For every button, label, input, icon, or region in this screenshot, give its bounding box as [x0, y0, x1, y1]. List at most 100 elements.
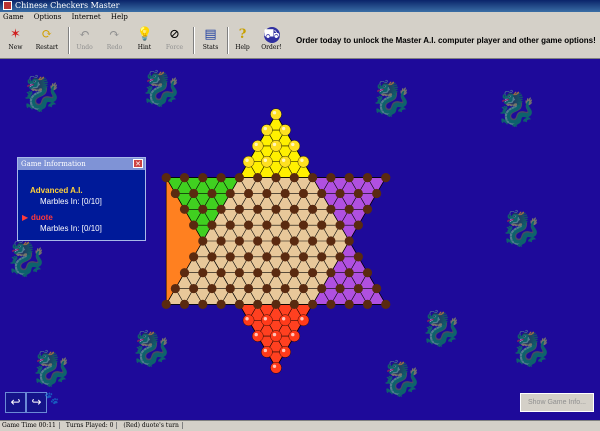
- marble-highlight: [263, 317, 268, 321]
- board-hole: [271, 204, 281, 214]
- board-hole: [262, 252, 272, 262]
- menu-options[interactable]: Options: [34, 13, 62, 21]
- marble-highlight: [291, 332, 295, 337]
- marble-highlight: [272, 364, 277, 368]
- board-hole: [298, 188, 309, 199]
- board-hole: [308, 268, 318, 278]
- show-game-info-button[interactable]: Show Game Info...: [520, 393, 594, 412]
- board-hole: [308, 204, 318, 214]
- board-hole: [253, 299, 263, 309]
- turns-played: Turns Played: 0: [65, 422, 118, 429]
- board-hole: [344, 204, 354, 214]
- force-button[interactable]: ⊘ Force: [162, 25, 187, 56]
- undo-button[interactable]: ↶ Undo: [72, 25, 97, 56]
- marble-highlight: [281, 317, 286, 321]
- game-info-title: Game Information: [21, 160, 86, 168]
- board-hole: [198, 236, 208, 246]
- marble: [242, 155, 255, 168]
- board-hole: [216, 268, 226, 278]
- board-hole: [317, 220, 327, 230]
- board-hole: [216, 236, 226, 246]
- menu-help[interactable]: Help: [111, 13, 128, 21]
- menu-game[interactable]: Game: [3, 13, 24, 21]
- marble: [288, 140, 301, 152]
- marble: [270, 330, 282, 342]
- stats-button[interactable]: ▤ Stats: [198, 25, 223, 56]
- menu-internet[interactable]: Internet: [72, 13, 101, 21]
- marble-highlight: [281, 158, 286, 162]
- board-hole: [189, 188, 199, 199]
- board-hole: [326, 204, 336, 214]
- marble: [297, 155, 310, 168]
- marble-highlight: [254, 332, 258, 337]
- active-turn-arrow-icon: ▶: [22, 213, 29, 222]
- marble-highlight: [245, 158, 249, 162]
- board-hole: [262, 220, 272, 230]
- restart-button[interactable]: ⟳ Restart: [32, 25, 62, 56]
- board-hole: [207, 283, 217, 294]
- star-icon: ✶: [10, 27, 21, 42]
- board-hole: [225, 252, 235, 262]
- restart-icon: ⟳: [41, 27, 53, 42]
- back-arrow-icon[interactable]: ↩: [5, 392, 26, 413]
- board-hole: [207, 252, 217, 262]
- board-hole: [353, 188, 363, 199]
- board-hole: [198, 173, 208, 183]
- board-hole: [317, 252, 327, 262]
- board-hole: [161, 173, 171, 183]
- board-hole: [253, 236, 263, 246]
- marble: [270, 108, 282, 121]
- close-icon[interactable]: ✕: [133, 159, 143, 168]
- board-hole: [289, 268, 299, 278]
- hint-label: Hint: [137, 44, 152, 51]
- board-hole: [262, 188, 272, 199]
- redo-icon: ↷: [109, 27, 120, 42]
- board-hole: [362, 299, 373, 309]
- marble: [279, 346, 291, 358]
- board-hole: [253, 268, 263, 278]
- board-hole: [353, 283, 363, 294]
- marble: [261, 124, 273, 136]
- toolbar-separator: [227, 27, 229, 54]
- board-hole: [207, 220, 217, 230]
- board-hole: [189, 220, 199, 230]
- board-hole: [344, 299, 354, 309]
- stats-label: Stats: [202, 44, 219, 51]
- marble-highlight: [245, 317, 249, 321]
- help-button[interactable]: ? Help: [230, 25, 255, 56]
- board-hole: [335, 188, 345, 199]
- marble: [270, 361, 282, 374]
- board-hole: [234, 268, 244, 278]
- marble-highlight: [254, 142, 258, 147]
- marble: [288, 330, 301, 342]
- board-hole: [298, 283, 309, 294]
- redo-button[interactable]: ↷ Redo: [102, 25, 127, 56]
- order-button[interactable]: ⛟ Order!: [258, 25, 285, 56]
- player-marbles: Marbles In: [0/10]: [40, 197, 102, 206]
- board-hole: [308, 236, 318, 246]
- board-hole: [170, 283, 180, 294]
- board-hole: [271, 299, 281, 309]
- board-hole: [280, 283, 290, 294]
- toolbar-separator: [193, 27, 195, 54]
- board-hole: [234, 204, 244, 214]
- board-hole: [189, 283, 199, 294]
- board-hole: [198, 268, 208, 278]
- marble-highlight: [272, 142, 277, 147]
- board-hole: [335, 252, 345, 262]
- new-button[interactable]: ✶ New: [3, 25, 28, 56]
- board-hole: [243, 252, 254, 262]
- turn-message: (Red) duote's turn: [123, 422, 183, 429]
- board-hole: [271, 173, 281, 183]
- board-hole: [225, 188, 235, 199]
- board-hole: [344, 173, 354, 183]
- game-info-panel: Game Information ✕ Advanced A.I. Marbles…: [17, 157, 146, 241]
- board-hole: [198, 204, 208, 214]
- no-icon: ⊘: [169, 27, 180, 42]
- help-icon: ?: [238, 27, 247, 42]
- marble: [279, 155, 291, 168]
- board-hole: [198, 299, 208, 309]
- board-hole: [179, 173, 190, 183]
- hint-button[interactable]: 💡 Hint: [132, 25, 157, 56]
- board-hole: [362, 173, 373, 183]
